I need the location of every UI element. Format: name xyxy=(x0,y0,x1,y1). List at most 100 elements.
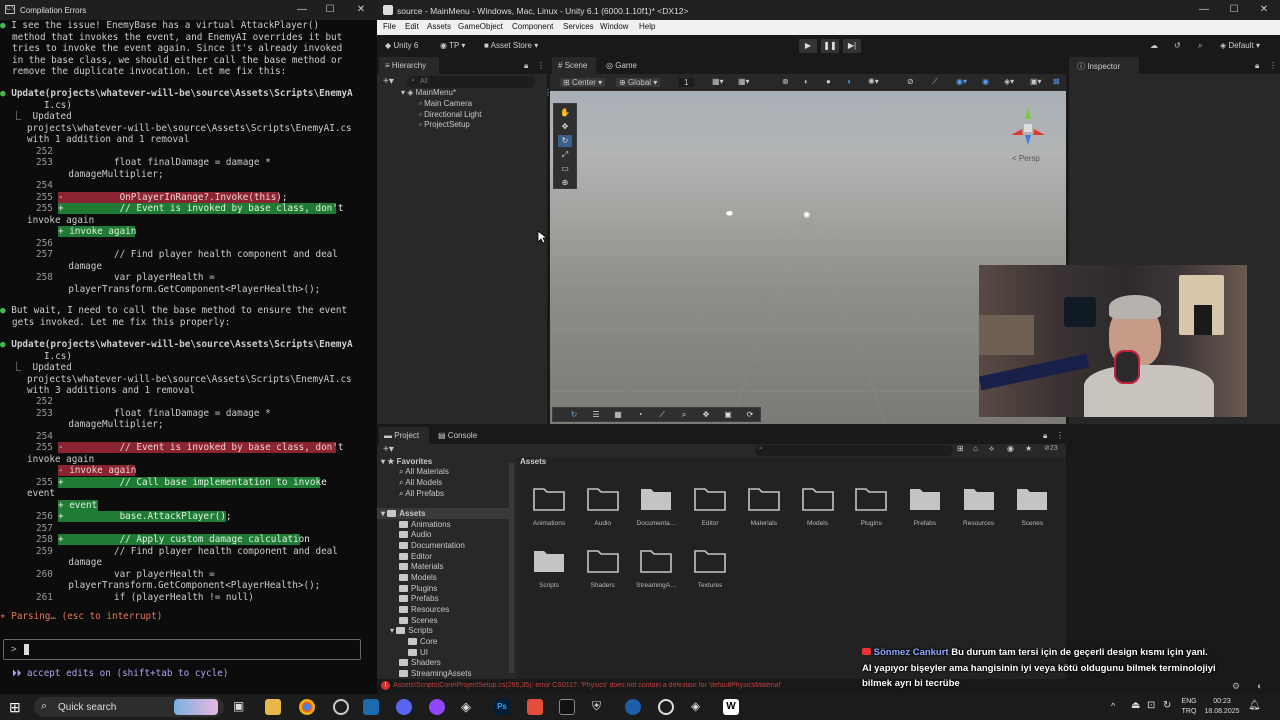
grid-snap-icon[interactable]: ▦▾ xyxy=(712,77,724,86)
status-error-text[interactable]: Assets\Scripts\Core\ProjectSetup.cs(295,… xyxy=(393,682,863,689)
asset-folder[interactable]: Scenes xyxy=(1005,485,1059,540)
app-icon[interactable] xyxy=(527,699,543,715)
display-icon[interactable]: ▣▾ xyxy=(1030,77,1042,86)
persp-label[interactable]: < Persp xyxy=(1012,154,1040,163)
snap-icon[interactable]: ◔ xyxy=(633,409,647,421)
asset-folder[interactable]: Plugins xyxy=(844,485,898,540)
history-icon[interactable]: ↺ xyxy=(1174,41,1181,50)
grid-icon[interactable]: ▦ xyxy=(611,409,625,421)
layout-dropdown[interactable]: ◈ Default ▾ xyxy=(1220,41,1260,50)
orientation-gizmo[interactable] xyxy=(1005,105,1051,149)
tree-folder[interactable]: Models xyxy=(399,573,437,582)
lock-icon[interactable]: 🔒︎ xyxy=(1043,431,1047,441)
hierarchy-search[interactable]: ⌕ All xyxy=(407,76,535,88)
sync-icon[interactable]: ↻ xyxy=(1163,700,1171,711)
tab-hierarchy[interactable]: ≡ Hierarchy xyxy=(379,57,439,74)
asset-folder[interactable]: Materials xyxy=(737,485,791,540)
notification-icon[interactable]: 🔔︎ xyxy=(1248,700,1261,711)
taskbar-search[interactable]: ⌕ Quick search xyxy=(34,697,224,717)
menu-assets[interactable]: Assets xyxy=(427,22,451,31)
tree-folder[interactable]: Shaders xyxy=(399,658,441,667)
clock-icon[interactable] xyxy=(658,699,674,715)
kebab-menu-icon[interactable]: ⋮ xyxy=(537,61,545,70)
asset-folder[interactable]: StreamingA… xyxy=(629,547,683,602)
globe-icon[interactable] xyxy=(625,699,641,715)
tree-item[interactable]: ⌕ All Materials xyxy=(399,467,449,477)
pivot-dropdown[interactable]: ⊞ Center ▾ xyxy=(560,78,606,87)
task-view-icon[interactable]: ▣ xyxy=(233,699,249,715)
tab-inspector[interactable]: ⓘ Inspector xyxy=(1069,57,1139,74)
favorite-search-icon[interactable]: ⟡ xyxy=(989,444,994,454)
tab-console[interactable]: ▤ Console xyxy=(435,427,485,444)
breadcrumb[interactable]: Assets xyxy=(520,457,546,466)
asset-folder[interactable]: Animations xyxy=(522,485,576,540)
zoom-icon[interactable]: ⌕ xyxy=(677,409,691,421)
close-icon[interactable]: ✕ xyxy=(1257,3,1271,17)
search-by-label-icon[interactable]: ⌂ xyxy=(973,444,978,453)
rotate-tool-icon[interactable]: ↻ xyxy=(558,135,572,147)
nav-icon[interactable]: ⟋ xyxy=(655,409,669,421)
grid-visibility-icon[interactable]: ▦▾ xyxy=(738,77,750,86)
tab-game[interactable]: ◎ Game xyxy=(602,57,646,74)
asset-folder[interactable]: Audio xyxy=(576,485,630,540)
tree-item[interactable]: ⌕ All Models xyxy=(399,478,442,488)
asset-folder[interactable]: Models xyxy=(791,485,845,540)
step-button[interactable]: ▶| xyxy=(843,39,861,53)
chevron-up-icon[interactable]: ^ xyxy=(1111,701,1115,711)
visibility-icon[interactable]: ◉▾ xyxy=(956,77,967,86)
language-indicator[interactable]: ENG TRQ xyxy=(1180,697,1198,717)
tree-folder[interactable]: UI xyxy=(408,648,428,657)
asset-folder[interactable]: Resources xyxy=(952,485,1006,540)
menu-help[interactable]: Help xyxy=(639,22,655,31)
play-button[interactable]: ▶ xyxy=(799,39,817,53)
tree-folder[interactable]: Materials xyxy=(399,562,443,571)
hand-tool-icon[interactable]: ✋ xyxy=(558,107,572,119)
scene-root[interactable]: ▾ ◈ MainMenu* xyxy=(401,88,456,97)
move-tool-icon[interactable]: ✥ xyxy=(558,121,572,133)
asset-folder[interactable]: Editor xyxy=(683,485,737,540)
terminal-icon[interactable] xyxy=(559,699,575,715)
asset-folder[interactable]: Textures xyxy=(683,547,737,602)
minimize-icon[interactable]: — xyxy=(1197,3,1211,17)
tab-scene[interactable]: # Scene xyxy=(552,57,596,74)
lighting-icon[interactable]: ● xyxy=(826,77,831,86)
menu-window[interactable]: Window xyxy=(600,22,628,31)
tree-folder[interactable]: Editor xyxy=(399,552,432,561)
tree-scrollbar[interactable] xyxy=(509,463,514,673)
pause-button[interactable]: ❚❚ xyxy=(821,39,839,53)
clock[interactable]: 00:23 18.08.2025 xyxy=(1204,697,1240,717)
menu-edit[interactable]: Edit xyxy=(405,22,419,31)
asset-folder[interactable]: Scripts xyxy=(522,547,576,602)
hierarchy-item[interactable]: ▫ ProjectSetup xyxy=(419,120,470,129)
file-explorer-icon[interactable] xyxy=(265,699,281,715)
effects-icon[interactable]: ✺▾ xyxy=(868,77,879,86)
gizmos-icon[interactable]: ⟋ xyxy=(932,77,938,87)
tree-folder[interactable]: Animations xyxy=(399,520,451,529)
kebab-menu-icon[interactable]: ⋮ xyxy=(1056,431,1064,440)
tree-folder[interactable]: Documentation xyxy=(399,541,465,550)
hierarchy-item[interactable]: ▫ Main Camera xyxy=(419,99,472,108)
tree-assets[interactable]: ▾ Assets xyxy=(381,509,426,518)
asset-folder[interactable]: Documenta… xyxy=(629,485,683,540)
scale-tool-icon[interactable]: ⤢ xyxy=(558,149,572,161)
eye-icon[interactable]: ◉ xyxy=(982,77,989,86)
unity-editor-icon[interactable]: ◈ xyxy=(691,699,707,715)
capcut-icon[interactable]: W xyxy=(723,699,739,715)
maximize-icon[interactable]: ☐ xyxy=(1227,3,1241,17)
orientation-icon[interactable]: ⊗ xyxy=(782,77,789,86)
rect-tool-icon[interactable]: ▭ xyxy=(558,163,572,175)
windows-start-icon[interactable]: ⊞ xyxy=(9,700,23,714)
kebab-menu-icon[interactable]: ⋮ xyxy=(1269,61,1277,70)
tp-button[interactable]: ◉ TP ▾ xyxy=(440,41,465,50)
tree-folder[interactable]: Prefabs xyxy=(399,594,439,603)
add-button[interactable]: +▾ xyxy=(383,76,394,87)
reset-icon[interactable]: ⟳ xyxy=(743,409,757,421)
tree-favorites[interactable]: ▾ ★ Favorites xyxy=(381,457,432,466)
network-icon[interactable]: ⊡ xyxy=(1147,700,1155,711)
lock-icon[interactable]: 🔒︎ xyxy=(524,61,528,71)
asset-folder[interactable]: Prefabs xyxy=(898,485,952,540)
menu-component[interactable]: Component xyxy=(512,22,553,31)
space-dropdown[interactable]: ⊕ Global ▾ xyxy=(616,78,661,87)
tab-project[interactable]: ▬ Project xyxy=(379,427,429,444)
visibility-toggle-icon[interactable]: ◉ xyxy=(1007,444,1014,453)
